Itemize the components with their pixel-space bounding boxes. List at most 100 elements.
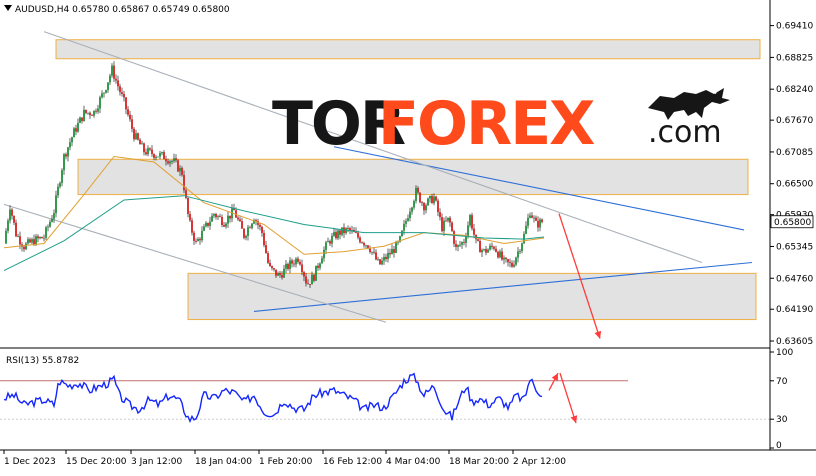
candle-bearish: [445, 220, 447, 222]
candle-bearish: [435, 196, 437, 201]
candle-bullish: [57, 186, 59, 196]
candle-bullish: [529, 215, 531, 218]
candle-bullish: [411, 207, 413, 212]
candle-bullish: [323, 249, 325, 259]
dropdown-triangle-icon[interactable]: [4, 5, 12, 11]
candle-bullish: [407, 218, 409, 221]
chart-window: 0.69410 0.68825 0.68240 0.67670 0.67085 0.665…: [0, 0, 816, 472]
candle-bearish: [153, 154, 155, 158]
candle-bullish: [483, 249, 485, 250]
candle-bullish: [481, 249, 483, 253]
candle-bearish: [369, 248, 371, 253]
candle-bullish: [83, 109, 85, 121]
candle-bearish: [313, 274, 315, 281]
candle-bearish: [303, 272, 305, 277]
candle-bullish: [141, 143, 143, 145]
candle-bullish: [211, 215, 213, 222]
candle-bullish: [179, 167, 181, 172]
y-tick-label: 0.67085: [776, 148, 813, 158]
candle-bearish: [307, 283, 309, 285]
rsi-tick-label: 0: [776, 441, 782, 451]
candle-bullish: [197, 239, 199, 242]
candle-bullish: [247, 227, 249, 236]
close-value: 0.65800: [192, 5, 230, 15]
candle-bullish: [443, 220, 445, 232]
candle-bullish: [217, 216, 219, 218]
candle-bearish: [299, 261, 301, 265]
candle-bullish: [39, 236, 41, 239]
candle-bearish: [497, 251, 499, 258]
candle-bearish: [81, 117, 83, 121]
candle-bullish: [67, 147, 69, 157]
candle-bullish: [325, 242, 327, 250]
rsi-tick-label: 70: [776, 377, 788, 387]
candle-bearish: [281, 275, 283, 278]
candle-bearish: [189, 213, 191, 221]
candle-bearish: [269, 262, 271, 267]
candle-bearish: [317, 265, 319, 268]
candle-bearish: [249, 227, 251, 229]
candle-bearish: [305, 276, 307, 284]
low-value: 0.65749: [152, 5, 190, 15]
candle-bullish: [45, 227, 47, 238]
candle-bullish: [49, 221, 51, 227]
candle-bullish: [337, 230, 339, 239]
candle-bullish: [285, 263, 287, 269]
candle-bullish: [413, 201, 415, 208]
candle-bearish: [265, 245, 267, 254]
candle-bullish: [377, 259, 379, 261]
candle-bearish: [275, 269, 277, 276]
candle-bullish: [499, 251, 501, 258]
candle-bullish: [61, 170, 63, 183]
candle-bullish: [447, 217, 449, 221]
candle-bearish: [505, 257, 507, 260]
candle-bullish: [513, 264, 515, 267]
rsi-tick-label: 30: [776, 415, 788, 425]
y-tick-label: 0.65345: [776, 242, 813, 252]
open-value: 0.65780: [72, 5, 110, 15]
candle-bearish: [491, 245, 493, 247]
candle-bullish: [521, 243, 523, 252]
candle-bullish: [283, 268, 285, 278]
candle-bullish: [43, 237, 45, 239]
candle-bearish: [175, 158, 177, 161]
candle-bullish: [527, 217, 529, 226]
candle-bearish: [131, 119, 133, 129]
candle-bullish: [157, 156, 159, 158]
candle-bearish: [29, 239, 31, 243]
candle-bearish: [133, 128, 135, 140]
candle-bearish: [183, 175, 185, 191]
candle-bullish: [79, 117, 81, 123]
candle-bearish: [125, 97, 127, 110]
x-tick-label: 2 Apr 12:00: [513, 457, 566, 467]
torforex-logo: TOR FOREX .com: [272, 86, 742, 170]
bull-icon: [648, 86, 730, 120]
candle-bearish: [11, 209, 13, 216]
candle-bearish: [423, 203, 425, 211]
candle-bearish: [347, 228, 349, 229]
candle-bullish: [433, 196, 435, 204]
y-tick-label: 0.66500: [776, 180, 813, 190]
y-tick-label: 0.68825: [776, 53, 813, 63]
candle-bullish: [523, 233, 525, 244]
candle-bearish: [373, 251, 375, 253]
candle-bullish: [27, 239, 29, 244]
candle-bullish: [53, 213, 55, 219]
candle-bullish: [533, 217, 535, 219]
candle-bearish: [451, 222, 453, 232]
candle-bullish: [383, 256, 385, 261]
candle-bullish: [415, 187, 417, 202]
x-tick-label: 15 Dec 20:00: [66, 457, 127, 467]
candle-bullish: [135, 133, 137, 140]
candle-bearish: [297, 258, 299, 262]
candle-bearish: [221, 216, 223, 226]
candle-bearish: [37, 236, 39, 239]
candle-bullish: [201, 230, 203, 241]
candle-bearish: [417, 187, 419, 193]
candle-bullish: [209, 221, 211, 226]
y-tick-label: 0.64760: [776, 274, 813, 284]
candle-bullish: [395, 242, 397, 253]
candle-bullish: [459, 244, 461, 246]
candle-bullish: [9, 209, 11, 221]
logo-text-forex: FOREX: [378, 89, 595, 159]
